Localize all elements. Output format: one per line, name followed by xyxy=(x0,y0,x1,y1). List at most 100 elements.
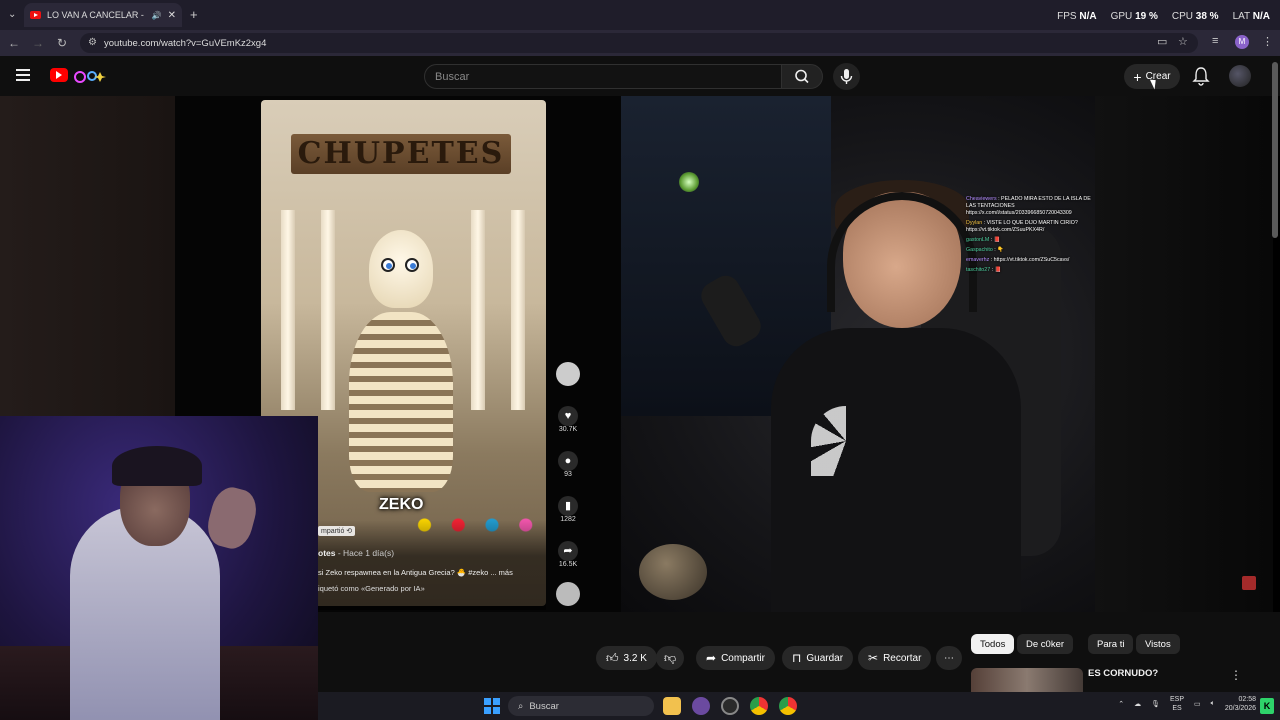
chip-vistos[interactable]: Vistos xyxy=(1136,634,1180,654)
googly-eye-left xyxy=(381,258,395,272)
tab-title: LO VAN A CANCELAR - You xyxy=(47,10,146,20)
voice-search-button[interactable] xyxy=(833,63,860,90)
hamburger-menu-icon[interactable] xyxy=(16,69,30,81)
googly-eye-right xyxy=(405,258,419,272)
bookmark-star-icon[interactable]: ☆ xyxy=(1178,35,1188,48)
browser-tab-bar: ⌄ LO VAN A CANCELAR - You 🔊 ✕ + FPS N/A … xyxy=(0,0,1280,30)
reload-icon[interactable]: ↻ xyxy=(50,36,74,50)
twitch-app-icon[interactable] xyxy=(692,697,710,715)
share-count: 16.5K xyxy=(558,561,578,568)
kick-app-icon[interactable]: K xyxy=(1260,698,1274,714)
language-indicator[interactable]: ESP ES xyxy=(1170,695,1184,713)
tiktok-author: otes - Hace 1 día(s) xyxy=(318,548,394,558)
tiktok-sound-disc[interactable] xyxy=(556,582,580,606)
tray-mic-icon[interactable]: 🎙︎ xyxy=(1151,700,1160,708)
streamer-shirt xyxy=(771,328,1021,612)
lat-value: N/A xyxy=(1252,11,1270,22)
tiktok-comment-button[interactable]: ● 93 xyxy=(556,451,580,478)
shirt-logo xyxy=(811,406,881,476)
search-input[interactable]: Buscar xyxy=(424,64,782,89)
viewer-cap xyxy=(112,446,202,486)
url-field[interactable]: ⚙ youtube.com/watch?v=GuVEmKz2xg4 xyxy=(80,33,1198,53)
windows-start-icon[interactable] xyxy=(484,698,500,714)
save-button[interactable]: ⊓ Guardar xyxy=(782,646,854,670)
search-button[interactable] xyxy=(781,64,823,89)
like-count-label: 3.2 K xyxy=(623,652,647,664)
obs-app-icon[interactable] xyxy=(721,697,739,715)
profile-avatar[interactable]: M xyxy=(1235,35,1249,49)
file-explorer-icon[interactable] xyxy=(663,697,681,715)
page-scrollbar[interactable] xyxy=(1272,62,1278,238)
share-button[interactable]: ➦ Compartir xyxy=(696,646,775,670)
back-arrow-icon[interactable]: ← xyxy=(2,36,26,50)
new-tab-button[interactable]: + xyxy=(190,7,198,22)
dislike-button[interactable]: 👎︎ xyxy=(656,646,685,670)
taskbar-search-icon: ⌕ xyxy=(518,700,524,712)
chat-username: Gaspachito xyxy=(966,247,993,253)
chupetes-sign: CHUPETES xyxy=(291,134,511,174)
chat-username: taschito27 xyxy=(966,267,991,273)
forward-arrow-icon[interactable]: → xyxy=(26,36,50,50)
like-button[interactable]: 👍︎ 3.2 K xyxy=(596,646,657,670)
doodle-sparkle-icon[interactable] xyxy=(72,68,110,84)
shared-badge: mpartió ⟲ xyxy=(318,526,356,536)
youtube-logo-icon[interactable] xyxy=(50,68,68,82)
tab-close-icon[interactable]: ✕ xyxy=(168,10,176,21)
author-name: otes xyxy=(318,548,336,558)
tiktok-like-button[interactable]: ♥ 30.7K xyxy=(556,406,580,433)
clip-button[interactable]: ✂ Recortar xyxy=(858,646,932,670)
tiktok-save-button[interactable]: ▮ 1282 xyxy=(556,496,580,523)
chat-username: gastonLM xyxy=(966,237,990,243)
browser-tab[interactable]: LO VAN A CANCELAR - You 🔊 ✕ xyxy=(24,3,182,27)
onedrive-icon[interactable]: ☁ xyxy=(1134,700,1141,708)
url-text: youtube.com/watch?v=GuVEmKz2xg4 xyxy=(104,37,267,49)
fps-stat: FPS N/A xyxy=(1057,11,1096,22)
perf-overlay: FPS N/A GPU 19 % CPU 38 % LAT N/A xyxy=(1057,11,1270,22)
search-icon xyxy=(795,69,809,84)
tray-chevron-icon[interactable]: ⌃ xyxy=(1118,700,1124,708)
chat-username: Cheaviewers xyxy=(966,196,997,202)
chat-message: emaverhz : https://vt.tiktok.com/ZSuC5ca… xyxy=(966,257,1096,264)
music-disc-icon xyxy=(556,582,580,606)
chat-message: gastonLM : 📕 xyxy=(966,237,1096,244)
keyboard-layout: ES xyxy=(1172,705,1182,712)
volume-icon[interactable]: 🔈︎ xyxy=(1211,700,1215,708)
tiktok-share-button[interactable]: ➦ 16.5K xyxy=(556,541,580,568)
network-icon[interactable]: ▭ xyxy=(1194,700,1201,708)
user-avatar[interactable] xyxy=(1229,65,1251,87)
gpu-stat: GPU 19 % xyxy=(1111,11,1158,22)
gpu-label: GPU xyxy=(1110,11,1133,22)
tiktok-creator-avatar[interactable] xyxy=(556,362,580,386)
chip-para-ti[interactable]: Para ti xyxy=(1088,634,1134,654)
chip-de-c0ker[interactable]: De c0ker xyxy=(1017,634,1074,654)
shared-label: mpartió xyxy=(321,528,345,535)
speaker-icon[interactable]: 🔊 xyxy=(152,11,162,20)
reading-list-icon[interactable]: ≡ xyxy=(1212,35,1218,47)
youtube-header: Buscar + Crear xyxy=(0,56,1280,96)
windows-taskbar: ⌕ Buscar ⌃ ☁ 🎙︎ ESP ES ▭ 🔈︎ 02:58 20/3/2… xyxy=(318,692,1280,720)
gpu-value: 19 % xyxy=(1135,11,1158,22)
site-info-icon[interactable]: ⚙ xyxy=(88,37,97,48)
background-light xyxy=(679,172,699,192)
recommendation-title[interactable]: ES CORNUDO? xyxy=(1088,668,1158,679)
tab-list-chevron-icon[interactable]: ⌄ xyxy=(8,9,16,20)
chrome-profile-icon[interactable] xyxy=(779,697,797,715)
chip-todos[interactable]: Todos xyxy=(971,634,1015,654)
chrome-icon[interactable] xyxy=(750,697,768,715)
share-label: Compartir xyxy=(721,652,765,664)
video-background-left xyxy=(0,96,175,416)
notifications-bell-icon[interactable] xyxy=(1192,66,1210,86)
plus-icon: + xyxy=(1133,68,1142,85)
chat-text: : 📕 xyxy=(990,267,1002,273)
post-time: - Hace 1 día(s) xyxy=(335,548,395,558)
cast-icon[interactable]: ▭ xyxy=(1157,35,1167,48)
skeleton-skull xyxy=(369,230,433,308)
youtube-favicon-icon xyxy=(30,11,41,19)
taskbar-search[interactable]: ⌕ Buscar xyxy=(508,696,654,716)
taskbar-clock[interactable]: 02:58 20/3/2026 xyxy=(1225,695,1256,713)
recommendation-menu-icon[interactable]: ⋮ xyxy=(1230,668,1242,682)
zeko-caption: ZEKO xyxy=(379,496,424,513)
browser-menu-icon[interactable]: ⋮ xyxy=(1262,35,1273,48)
recommendation-thumbnail[interactable] xyxy=(971,668,1083,692)
more-actions-button[interactable]: ⋯ xyxy=(936,646,962,670)
